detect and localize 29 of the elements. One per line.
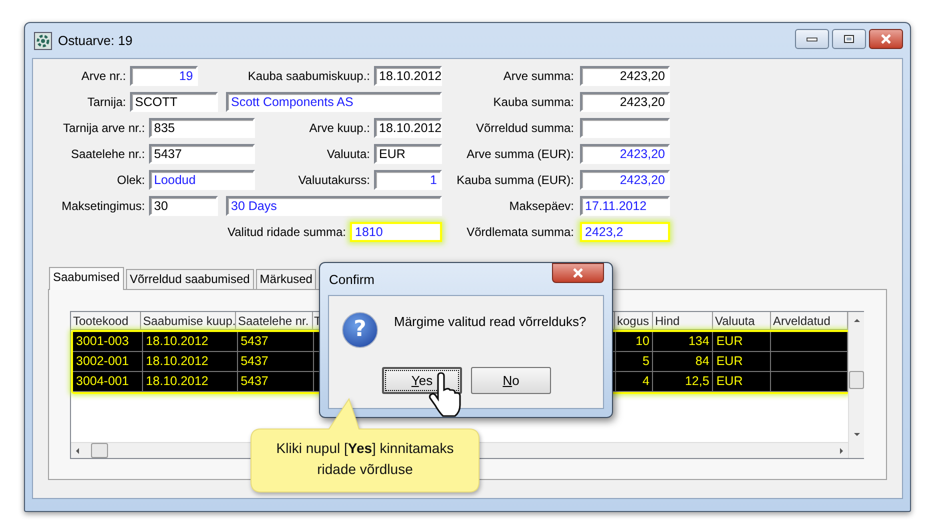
table-cell: 4	[616, 372, 654, 392]
field-label: Kauba summa:	[492, 95, 574, 109]
table-cell: 5437	[238, 372, 314, 392]
table-cell: EUR	[713, 372, 772, 392]
table-cell: 18.10.2012	[142, 372, 238, 392]
field-label: Võrreldud summa:	[474, 121, 574, 135]
field-label: Valuutakurss:	[297, 173, 370, 187]
field-label: Maksetingimus:	[60, 199, 145, 213]
field-label: Maksepäev:	[508, 199, 574, 213]
question-icon: ?	[342, 312, 378, 348]
table-cell: 3004-001	[73, 372, 143, 392]
field-label: Kauba saabumiskuup.:	[246, 69, 370, 83]
window-title: Ostuarve: 19	[58, 33, 132, 48]
table-cell: 12,5	[653, 372, 714, 392]
dialog-message: Märgime valitud read võrrelduks?	[394, 314, 586, 329]
callout-text: Kliki nupul [Yes] kinnitamaks ridade võrdluse	[275, 439, 455, 479]
field-label: Tarnija arve nr.:	[62, 121, 145, 135]
dialog-title: Confirm	[329, 272, 375, 286]
field-label: Valitud ridade summa:	[226, 225, 346, 239]
field-label: Arve summa:	[502, 69, 574, 83]
field-label: Arve nr.:	[80, 69, 126, 83]
field-label: Valuuta:	[326, 147, 370, 161]
field-label: Saatelehe nr.:	[70, 147, 145, 161]
field-label: Kauba summa (EUR):	[456, 173, 574, 187]
field-label: Arve kuup.:	[308, 121, 370, 135]
field-label: Olek:	[116, 173, 145, 187]
field-label: Tarnija:	[86, 95, 126, 109]
field-label: Arve summa (EUR):	[466, 147, 574, 161]
field-label: Võrdlemata summa:	[466, 225, 574, 239]
